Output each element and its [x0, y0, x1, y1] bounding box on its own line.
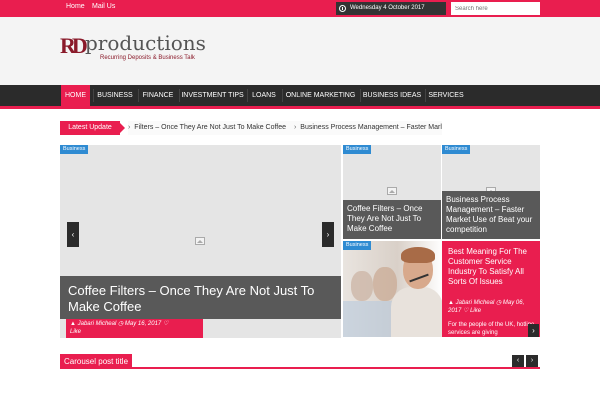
top-link-home[interactable]: Home [66, 3, 85, 10]
top-bar: Home Mail Us Wednesday 4 October 2017 21… [0, 0, 600, 24]
ticker-item[interactable]: Filters – Once They Are Not Just To Make… [134, 124, 286, 131]
search-input[interactable] [451, 2, 540, 15]
latest-update-bar: Latest Update › Filters – Once They Are … [60, 121, 540, 135]
menu-separator [425, 89, 426, 102]
category-badge[interactable]: Business [343, 241, 372, 250]
menu-item-finance[interactable]: FINANCE [140, 85, 176, 106]
menu-item-services[interactable]: SERVICES [427, 85, 465, 106]
category-badge[interactable]: Business [442, 145, 471, 154]
heart-icon: ♡ [463, 308, 469, 314]
latest-update-label: Latest Update [60, 121, 125, 135]
ticker-item[interactable]: Business Process Management – Faster Mar… [300, 124, 442, 131]
image-placeholder-icon [195, 237, 205, 245]
logo-tagline: Recurring Deposits & Business Talk [100, 55, 195, 61]
menu-separator [93, 89, 94, 102]
like-link[interactable]: Like [70, 329, 81, 335]
image-placeholder-icon [387, 187, 397, 195]
logo-wordmark: productions [85, 31, 206, 55]
post-panel-meta: ▲ Jabari Micheal ◷ May 06, 2017 ♡ Like [448, 299, 536, 315]
site-logo[interactable]: RD productions Recurring Deposits & Busi… [60, 31, 220, 73]
post-tile-title[interactable]: Business Process Management – Faster Mar… [442, 191, 540, 239]
like-link[interactable]: Like [470, 308, 481, 314]
post-tile-title[interactable]: Coffee Filters – Once They Are Not Just … [343, 200, 441, 239]
clock-icon: ◷ [117, 321, 124, 327]
news-ticker: › Filters – Once They Are Not Just To Ma… [128, 121, 442, 135]
category-badge[interactable]: Business [343, 145, 372, 154]
menu-item-online-marketing[interactable]: ONLINE MARKETING [284, 85, 357, 106]
menu-item-business[interactable]: BUSINESS [95, 85, 135, 106]
clock-icon [339, 5, 346, 12]
slider-prev-button[interactable]: ‹ [67, 222, 79, 247]
carousel-prev-button[interactable]: ‹ [512, 355, 524, 367]
user-icon: ▲ [448, 300, 454, 306]
menu-separator [360, 89, 361, 102]
site-header: RD productions Recurring Deposits & Busi… [0, 17, 600, 85]
customer-service-photo[interactable] [343, 241, 442, 337]
menu-separator [247, 89, 248, 102]
post-panel-excerpt: For the people of the UK, hotline servic… [448, 322, 535, 336]
menu-item-investment-tips[interactable]: INVESTMENT TIPS [181, 85, 244, 106]
menu-item-loans[interactable]: LOANS [249, 85, 279, 106]
menu-item-business-ideas[interactable]: BUSINESS IDEAS [362, 85, 422, 106]
featured-post-meta: ▲ Jabari Micheal ◷ May 16, 2017 ♡ Like [66, 319, 203, 338]
logo-monogram: RD [60, 33, 88, 58]
featured-post-title[interactable]: Coffee Filters – Once They Are Not Just … [60, 276, 341, 319]
menu-separator [179, 89, 180, 102]
carousel-next-button[interactable]: › [526, 355, 538, 367]
clock-icon: ◷ [495, 300, 502, 306]
post-date: May 16, 2017 [124, 321, 162, 327]
menu-separator [138, 89, 139, 102]
post-panel-title[interactable]: Best Meaning For The Customer Service In… [448, 247, 536, 287]
slider-next-button[interactable]: › [322, 222, 334, 247]
menu-separator [282, 89, 283, 102]
chevron-right-icon: › [128, 124, 131, 131]
chevron-right-icon: › [294, 124, 297, 131]
category-badge[interactable]: Business [60, 145, 89, 154]
date-time-display: Wednesday 4 October 2017 21:18:23 [336, 2, 446, 24]
post-author[interactable]: Jabari Micheal [78, 321, 117, 327]
post-author[interactable]: Jabari Micheal [456, 300, 495, 306]
main-menu: HOME BUSINESS FINANCE INVESTMENT TIPS LO… [0, 85, 600, 109]
carousel-title: Carousel post title [60, 354, 133, 369]
carousel-section-header: Carousel post title ‹ › [60, 354, 540, 369]
top-link-mail-us[interactable]: Mail Us [92, 3, 115, 10]
user-icon: ▲ [70, 321, 76, 327]
post-panel-customer-service: Best Meaning For The Customer Service In… [442, 241, 540, 337]
menu-item-home[interactable]: HOME [61, 85, 90, 106]
panel-next-button[interactable]: › [528, 324, 539, 337]
heart-icon: ♡ [162, 321, 169, 327]
